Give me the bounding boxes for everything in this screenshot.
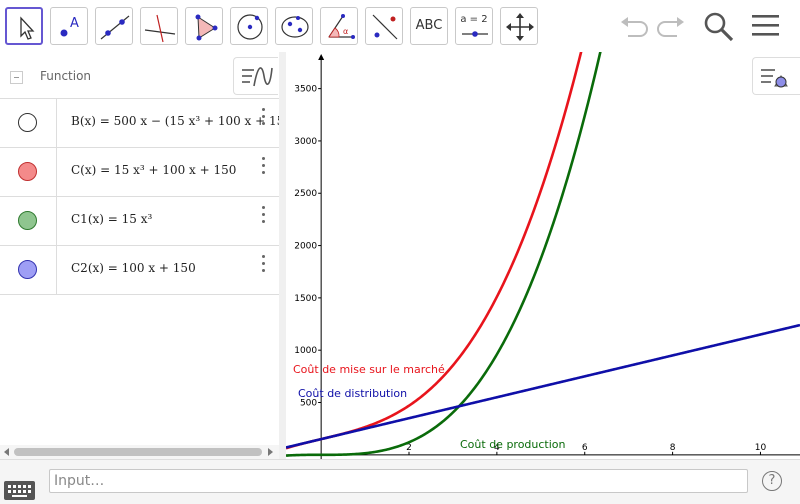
- y-axis-arrow-icon: [318, 54, 325, 60]
- x-tick-label: 10: [755, 443, 767, 453]
- visibility-toggle[interactable]: [18, 211, 37, 230]
- collapse-group-button[interactable]: [10, 71, 23, 84]
- label-production: Coût de production: [460, 438, 566, 451]
- visibility-toggle[interactable]: [18, 260, 37, 279]
- algebra-row[interactable]: C1(x) = 15 x³: [0, 197, 279, 246]
- y-tick-label: 2500: [294, 189, 317, 199]
- svg-text:α: α: [343, 27, 348, 36]
- conic-icon: [281, 16, 309, 38]
- angle-icon: α: [328, 14, 355, 39]
- perpendicular-line-icon: [144, 14, 176, 43]
- undo-icon[interactable]: [618, 12, 650, 42]
- scrollbar-thumb[interactable]: [14, 448, 262, 456]
- row-menu-icon[interactable]: [258, 205, 268, 227]
- label-distribution: Coût de distribution: [298, 387, 407, 400]
- function-formula[interactable]: C1(x) = 15 x³: [71, 212, 152, 226]
- search-icon[interactable]: [702, 10, 736, 44]
- y-tick-label: 1000: [294, 346, 317, 356]
- input-field[interactable]: [49, 469, 748, 493]
- point-icon: A: [60, 16, 79, 37]
- cursor-arrow-icon: [20, 16, 35, 40]
- slider-icon: [462, 31, 488, 37]
- line-tool[interactable]: [95, 7, 133, 45]
- move-graphics-view-tool[interactable]: [500, 7, 538, 45]
- x-tick-label: 8: [670, 443, 676, 453]
- visibility-toggle[interactable]: [18, 162, 37, 181]
- y-tick-label: 3500: [294, 85, 317, 95]
- toolbar: A α ABC a = 2: [0, 0, 800, 53]
- reflect-tool[interactable]: [365, 7, 403, 45]
- function-formula[interactable]: C(x) = 15 x³ + 100 x + 150: [71, 163, 236, 177]
- menu-icon[interactable]: [750, 12, 782, 40]
- algebra-row[interactable]: B(x) = 500 x − (15 x³ + 100 x + 150): [0, 99, 279, 148]
- circle-icon: [237, 14, 263, 40]
- y-tick-label: 1500: [294, 294, 317, 304]
- function-plot[interactable]: 5001000150020002500300035002 4 6 8 10Coût de…: [286, 52, 800, 459]
- label-mise-sur-marche: Coût de mise sur le marché: [293, 363, 445, 376]
- horizontal-scrollbar[interactable]: [0, 445, 279, 459]
- svg-text:A: A: [70, 16, 79, 31]
- y-tick-label: 500: [300, 399, 317, 409]
- graphics-view[interactable]: 500 1000 1500 2000 2500 3000 3500 2 4 6 8 10 Coût de…: [286, 52, 800, 459]
- scroll-right-icon[interactable]: [268, 448, 273, 456]
- angle-tool[interactable]: α: [320, 7, 358, 45]
- polygon-icon: [195, 14, 218, 41]
- point-tool[interactable]: A: [50, 7, 88, 45]
- algebra-row[interactable]: C2(x) = 100 x + 150: [0, 246, 279, 295]
- visibility-toggle[interactable]: [18, 113, 37, 132]
- row-menu-icon[interactable]: [258, 156, 268, 178]
- input-bar: ?: [0, 459, 800, 504]
- text-tool[interactable]: ABC: [410, 7, 448, 45]
- scroll-left-icon[interactable]: [4, 448, 9, 456]
- algebra-style-icon: [242, 67, 273, 87]
- graphics-style-bar-button[interactable]: [752, 57, 800, 95]
- algebra-style-bar-button[interactable]: [233, 57, 278, 95]
- line-through-points-icon: [100, 15, 130, 40]
- redo-icon[interactable]: [655, 12, 687, 42]
- move-arrows-icon: [506, 13, 534, 41]
- algebra-view: Function B(x) = 500 x − (15 x³ + 100 x +…: [0, 52, 280, 459]
- function-formula[interactable]: B(x) = 500 x − (15 x³ + 100 x + 150): [71, 114, 279, 128]
- polygon-tool[interactable]: [185, 7, 223, 45]
- algebra-row[interactable]: C(x) = 15 x³ + 100 x + 150: [0, 148, 279, 197]
- y-tick-label: 2000: [294, 242, 317, 252]
- y-tick-label: 3000: [294, 137, 317, 147]
- function-formula[interactable]: C2(x) = 100 x + 150: [71, 261, 196, 275]
- text-tool-label: ABC: [415, 18, 443, 33]
- x-tick-label: 6: [582, 443, 588, 453]
- circle-center-tool[interactable]: [230, 7, 268, 45]
- conic-tool[interactable]: [275, 7, 313, 45]
- row-menu-icon[interactable]: [258, 107, 268, 129]
- algebra-header: Function: [0, 52, 279, 99]
- graphics-style-icon: [761, 69, 788, 88]
- view-splitter[interactable]: [279, 52, 286, 459]
- help-icon[interactable]: ?: [762, 471, 782, 491]
- keyboard-icon[interactable]: [4, 481, 35, 500]
- move-tool[interactable]: [5, 7, 43, 45]
- slider-tool[interactable]: a = 2: [455, 7, 493, 45]
- row-menu-icon[interactable]: [258, 254, 268, 276]
- algebra-group-title: Function: [40, 69, 92, 83]
- reflect-about-line-icon: [372, 14, 398, 40]
- perpendicular-line-tool[interactable]: [140, 7, 178, 45]
